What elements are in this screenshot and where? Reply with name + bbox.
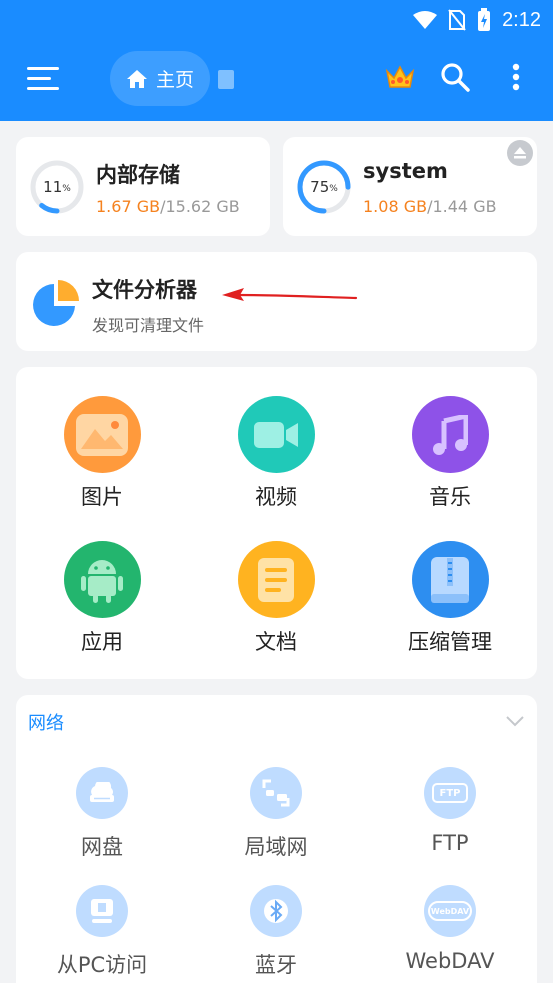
storage-ring-internal: 11% bbox=[29, 159, 85, 215]
category-music[interactable]: 音乐 bbox=[375, 396, 525, 511]
more-vert-icon[interactable] bbox=[499, 60, 533, 94]
android-icon bbox=[63, 541, 141, 618]
clock: 2:12 bbox=[502, 8, 541, 31]
webdav-badge: WebDAV bbox=[428, 901, 472, 921]
ftp-icon: FTP bbox=[424, 767, 476, 819]
storage-total: /15.62 GB bbox=[160, 197, 240, 216]
network-item-webdav[interactable]: WebDAV WebDAV bbox=[375, 885, 525, 973]
image-icon bbox=[63, 396, 141, 473]
red-arrow-annotation bbox=[222, 288, 358, 301]
storage-title: system bbox=[363, 159, 448, 183]
category-images[interactable]: 图片 bbox=[27, 396, 177, 511]
storage-percent: 11 bbox=[43, 178, 63, 196]
category-label: 图片 bbox=[81, 485, 123, 509]
file-analyzer-subtitle: 发现可清理文件 bbox=[92, 316, 205, 335]
tab-home-label: 主页 bbox=[155, 69, 194, 91]
storage-percent: 75 bbox=[310, 178, 330, 196]
storage-card-system[interactable]: 75% system 1.08 GB/1.44 GB bbox=[283, 137, 537, 236]
search-icon[interactable] bbox=[438, 60, 472, 94]
network-label: WebDAV bbox=[405, 949, 495, 973]
category-archives[interactable]: 压缩管理 bbox=[375, 541, 525, 656]
menu-icon[interactable] bbox=[27, 65, 59, 93]
lan-icon bbox=[250, 767, 302, 819]
storage-used: 1.08 GB bbox=[363, 197, 428, 216]
storage-title: 内部存储 bbox=[96, 163, 180, 187]
network-label: 网盘 bbox=[81, 835, 123, 859]
chevron-down-icon[interactable] bbox=[505, 715, 525, 727]
file-analyzer-title: 文件分析器 bbox=[92, 278, 197, 302]
category-documents[interactable]: 文档 bbox=[201, 541, 351, 656]
network-item-pc-access[interactable]: 从PC访问 bbox=[27, 885, 177, 979]
category-label: 文档 bbox=[255, 630, 297, 654]
category-label: 音乐 bbox=[429, 485, 471, 509]
network-item-bluetooth[interactable]: 蓝牙 bbox=[201, 885, 351, 979]
categories-card: 图片 视频 音乐 应用 文档 压缩管理 bbox=[16, 367, 537, 679]
network-label: 蓝牙 bbox=[255, 953, 297, 977]
category-videos[interactable]: 视频 bbox=[201, 396, 351, 511]
bluetooth-icon bbox=[250, 885, 302, 937]
category-label: 应用 bbox=[81, 630, 123, 654]
file-analyzer-card[interactable]: 文件分析器 发现可清理文件 bbox=[16, 252, 537, 351]
storage-total: /1.44 GB bbox=[427, 197, 497, 216]
network-item-lan[interactable]: 局域网 bbox=[201, 767, 351, 861]
document-icon[interactable] bbox=[218, 70, 234, 89]
archive-icon bbox=[411, 541, 489, 618]
storage-percent-unit: % bbox=[329, 184, 338, 194]
storage-percent-unit: % bbox=[62, 184, 71, 194]
app-bar: 2:12 主页 bbox=[0, 0, 553, 121]
no-sim-icon bbox=[448, 9, 466, 31]
network-title: 网络 bbox=[28, 713, 64, 734]
category-label: 视频 bbox=[255, 485, 297, 509]
category-apps[interactable]: 应用 bbox=[27, 541, 177, 656]
video-icon bbox=[237, 396, 315, 473]
storage-card-internal[interactable]: 11% 内部存储 1.67 GB/15.62 GB bbox=[16, 137, 270, 236]
storage-used: 1.67 GB bbox=[96, 197, 161, 216]
network-label: 局域网 bbox=[244, 835, 308, 859]
cloud-drive-icon bbox=[76, 767, 128, 819]
wifi-icon bbox=[413, 11, 438, 29]
ftp-badge: FTP bbox=[432, 783, 468, 803]
pie-chart-icon bbox=[33, 280, 79, 326]
document-icon bbox=[237, 541, 315, 618]
battery-charging-icon bbox=[478, 8, 491, 31]
network-item-ftp[interactable]: FTP FTP bbox=[375, 767, 525, 855]
storage-ring-system: 75% bbox=[296, 159, 352, 215]
crown-icon[interactable] bbox=[383, 60, 417, 94]
webdav-icon: WebDAV bbox=[424, 885, 476, 937]
storage-size: 1.67 GB/15.62 GB bbox=[96, 197, 240, 216]
eject-icon[interactable] bbox=[507, 140, 533, 166]
status-bar: 2:12 bbox=[412, 6, 541, 34]
category-label: 压缩管理 bbox=[408, 630, 492, 654]
pc-access-icon bbox=[76, 885, 128, 937]
storage-size: 1.08 GB/1.44 GB bbox=[363, 197, 497, 216]
network-card: 网络 网盘 局域网 FTP FTP 从PC访问 蓝牙 WebDAV WebDAV bbox=[16, 695, 537, 983]
network-item-cloud-drive[interactable]: 网盘 bbox=[27, 767, 177, 861]
tab-home[interactable]: 主页 bbox=[110, 51, 210, 106]
home-icon bbox=[126, 69, 147, 88]
music-icon bbox=[411, 396, 489, 473]
network-label: FTP bbox=[431, 831, 469, 855]
network-label: 从PC访问 bbox=[56, 953, 148, 977]
